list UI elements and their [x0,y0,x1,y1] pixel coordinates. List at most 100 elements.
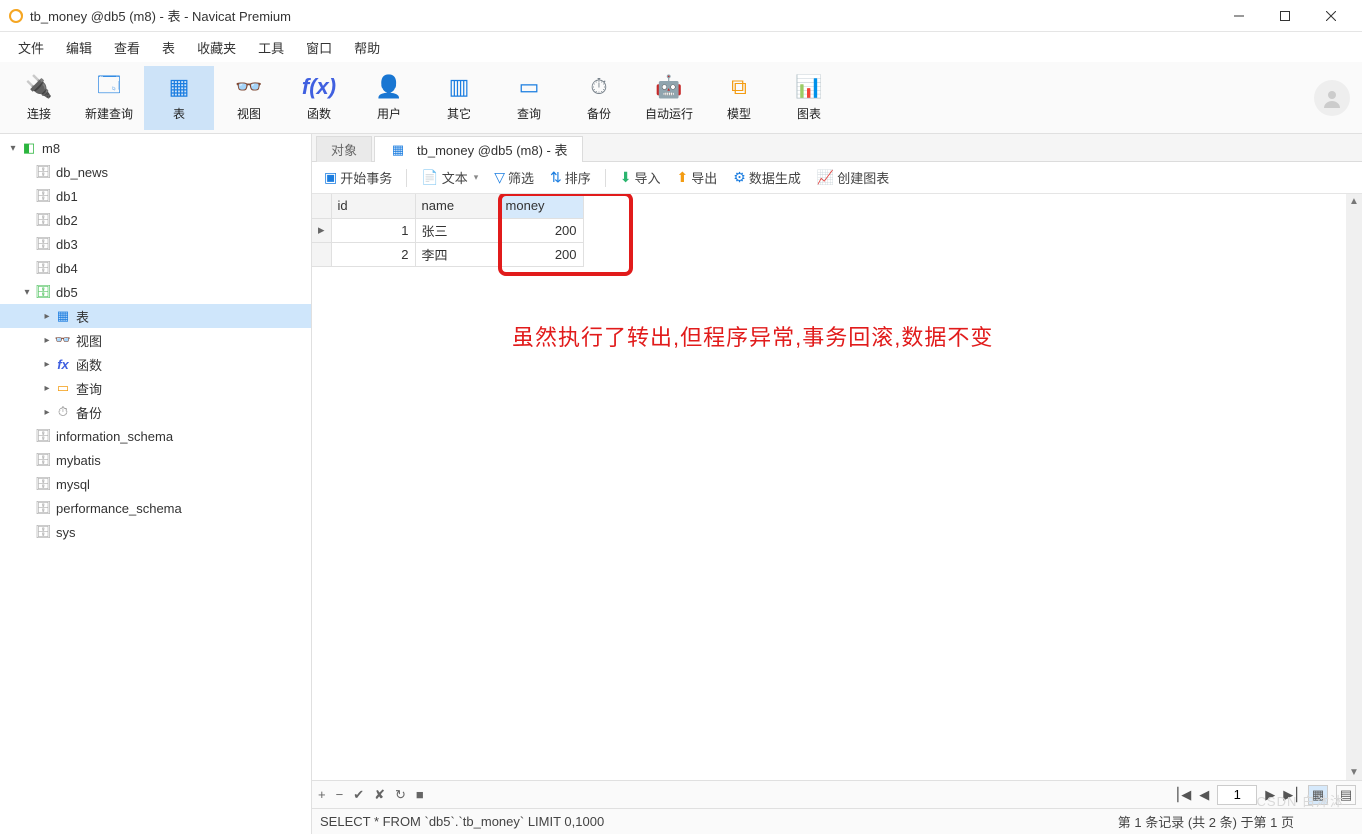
tree-db[interactable]: 🗄db4 [0,256,311,280]
toolbar-begin-txn[interactable]: ▣开始事务 [318,165,398,190]
commit-button[interactable]: ✔ [353,787,364,803]
chevron-down-icon: ▾ [20,287,34,298]
ribbon-connect[interactable]: 🔌连接 [4,66,74,130]
tree-functions[interactable]: ▸fx函数 [0,352,311,376]
datagrid[interactable]: id name money ▸ 1 张三 200 2 李四 [312,194,1362,780]
plug-icon: 🔌 [25,73,53,101]
chevron-right-icon: ▸ [40,383,54,394]
datagen-icon: ⚙ [733,169,746,186]
col-name[interactable]: name [415,194,499,218]
cell[interactable]: 1 [331,218,415,242]
menu-fav[interactable]: 收藏夹 [187,34,246,61]
menu-window[interactable]: 窗口 [296,34,342,61]
toolbar-create-chart[interactable]: 📈创建图表 [811,165,895,190]
table-icon: ▦ [165,73,193,101]
ribbon-auto[interactable]: 🤖自动运行 [634,66,704,130]
ribbon-backup[interactable]: ⏱备份 [564,66,634,130]
ribbon-model[interactable]: ⧉模型 [704,66,774,130]
menu-view[interactable]: 查看 [104,34,150,61]
first-page-button[interactable]: ⎮◀ [1174,787,1191,803]
next-page-button[interactable]: ▶ [1265,787,1275,803]
menu-help[interactable]: 帮助 [344,34,390,61]
tree-backup[interactable]: ▸⏱备份 [0,400,311,424]
view-icon: 👓 [54,332,72,348]
tree-db[interactable]: 🗄mysql [0,472,311,496]
cell[interactable]: 张三 [415,218,499,242]
delete-row-button[interactable]: − [336,787,344,803]
menu-tools[interactable]: 工具 [248,34,294,61]
tab-objects[interactable]: 对象 [316,136,372,162]
grid-view-toggle[interactable]: ▦ [1308,785,1328,805]
toolbar-filter[interactable]: ▽筛选 [488,165,540,190]
database-icon: 🗄 [34,476,52,492]
page-input[interactable] [1217,785,1257,805]
vertical-scrollbar[interactable]: ▲ ▼ [1346,194,1362,780]
ribbon-chart[interactable]: 📊图表 [774,66,844,130]
tree-db[interactable]: 🗄information_schema [0,424,311,448]
cell[interactable]: 200 [499,242,583,266]
connection-tree[interactable]: ▾ ◧ m8 🗄db_news 🗄db1 🗄db2 🗄db3 🗄db4 ▾🗄db… [0,134,312,834]
stop-button[interactable]: ■ [416,787,424,803]
chevron-right-icon: ▸ [40,407,54,418]
ribbon-function[interactable]: f(x)函数 [284,66,354,130]
col-money[interactable]: money [499,194,583,218]
ribbon-view[interactable]: 👓视图 [214,66,284,130]
tree-views[interactable]: ▸👓视图 [0,328,311,352]
tree-db[interactable]: 🗄sys [0,520,311,544]
newquery-icon: 🗔 [95,73,123,101]
filter-icon: ▽ [494,169,505,186]
refresh-button[interactable]: ↻ [395,787,406,803]
tree-tables[interactable]: ▸▦表 [0,304,311,328]
tree-queries[interactable]: ▸▭查询 [0,376,311,400]
scroll-down-icon[interactable]: ▼ [1347,765,1361,780]
chart-icon: 📊 [795,73,823,101]
cell[interactable]: 200 [499,218,583,242]
col-id[interactable]: id [331,194,415,218]
close-button[interactable] [1308,0,1354,32]
toolbar-import[interactable]: ⬇导入 [614,165,667,190]
tree-db[interactable]: 🗄db_news [0,160,311,184]
table-row[interactable]: 2 李四 200 [312,242,583,266]
connection-icon: ◧ [20,140,38,156]
add-row-button[interactable]: + [318,787,326,803]
tree-db[interactable]: 🗄db2 [0,208,311,232]
form-view-toggle[interactable]: ▤ [1336,785,1356,805]
menu-table[interactable]: 表 [152,34,185,61]
function-icon: fx [54,357,72,372]
tab-tbmoney[interactable]: ▦tb_money @db5 (m8) - 表 [374,136,582,162]
tree-label: m8 [42,141,60,156]
tree-db[interactable]: 🗄mybatis [0,448,311,472]
minimize-button[interactable] [1216,0,1262,32]
cell[interactable]: 2 [331,242,415,266]
cancel-button[interactable]: ✘ [374,787,385,803]
tree-db[interactable]: 🗄db3 [0,232,311,256]
database-icon: 🗄 [34,260,52,276]
query-icon: ▭ [54,380,72,396]
toolbar-datagen[interactable]: ⚙数据生成 [727,165,807,190]
cell[interactable]: 李四 [415,242,499,266]
scroll-up-icon[interactable]: ▲ [1347,194,1361,209]
toolbar-text[interactable]: 📄文本 [415,165,484,190]
ribbon-newquery[interactable]: 🗔新建查询 [74,66,144,130]
tree-db[interactable]: 🗄db1 [0,184,311,208]
user-avatar[interactable] [1314,80,1350,116]
toolbar-sort[interactable]: ⇅排序 [544,165,597,190]
chevron-right-icon: ▸ [40,335,54,346]
status-records: 第 1 条记录 (共 2 条) 于第 1 页 [1118,812,1294,831]
ribbon-other[interactable]: ▥其它 [424,66,494,130]
tree-connection[interactable]: ▾ ◧ m8 [0,136,311,160]
prev-page-button[interactable]: ◀ [1199,787,1209,803]
ribbon-table[interactable]: ▦表 [144,66,214,130]
last-page-button[interactable]: ▶⎮ [1283,787,1300,803]
table-row[interactable]: ▸ 1 张三 200 [312,218,583,242]
menu-edit[interactable]: 编辑 [56,34,102,61]
grid-toolbar: ▣开始事务 📄文本 ▽筛选 ⇅排序 ⬇导入 ⬆导出 ⚙数据生成 📈创建图表 [312,162,1362,194]
ribbon-user[interactable]: 👤用户 [354,66,424,130]
chevron-down-icon: ▾ [6,143,20,154]
toolbar-export[interactable]: ⬆导出 [671,165,724,190]
tree-db-open[interactable]: ▾🗄db5 [0,280,311,304]
menu-file[interactable]: 文件 [8,34,54,61]
ribbon-query[interactable]: ▭查询 [494,66,564,130]
tree-db[interactable]: 🗄performance_schema [0,496,311,520]
maximize-button[interactable] [1262,0,1308,32]
